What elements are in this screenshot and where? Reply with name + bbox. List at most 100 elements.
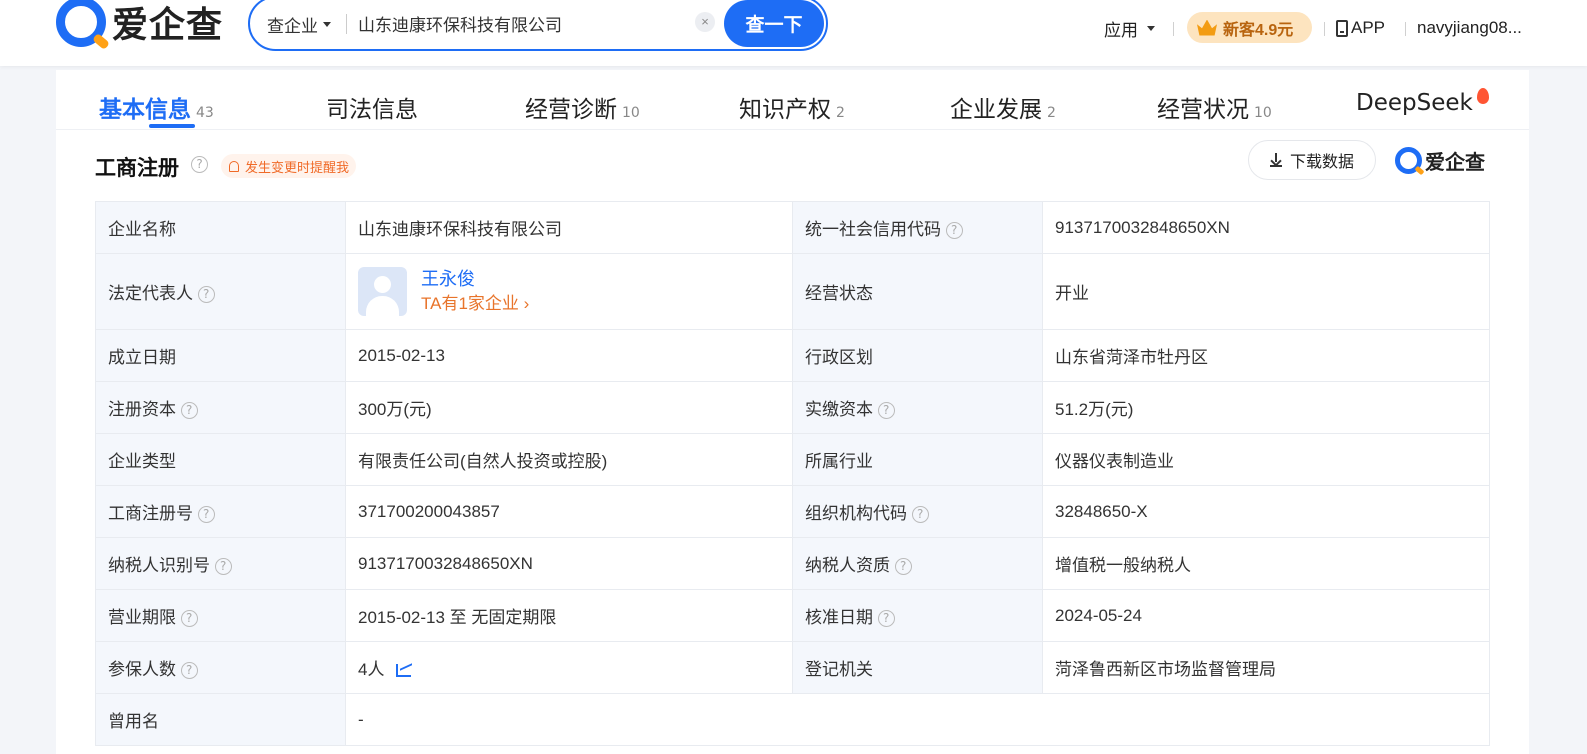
phone-icon [1336,19,1348,37]
help-icon[interactable]: ? [191,156,208,173]
tab-label: 企业发展 [950,97,1042,123]
tab-count: 10 [622,105,640,121]
table-row: 参保人数 ? 4人 登记机关 菏泽鲁西新区市场监督管理局 [95,641,1490,694]
tab-count: 2 [1047,105,1056,121]
caret-down-icon [323,22,331,27]
search-input[interactable] [358,8,678,38]
download-data-button[interactable]: 下载数据 [1248,140,1376,180]
change-remind-button[interactable]: 发生变更时提醒我 [221,154,357,178]
nav-separator [1324,22,1325,36]
help-icon[interactable]: ? [180,402,198,420]
site-logo[interactable]: 爱企查 [56,0,223,48]
paid-capital-value: 51.2万(元) [1042,381,1490,434]
company-name-value: 山东迪康环保科技有限公司 [345,201,793,254]
field-label: 营业期限 ? [95,589,346,642]
active-tab-indicator [149,124,195,128]
avatar[interactable] [358,267,407,316]
insured-value: 4人 [358,660,385,679]
field-label: 所属行业 [792,433,1043,486]
help-icon[interactable]: ? [945,222,963,240]
tab-operating-status[interactable]: 经营状况 10 [1157,90,1272,124]
help-icon[interactable]: ? [911,506,929,524]
table-row: 企业类型 有限责任公司(自然人投资或控股) 所属行业 仪器仪表制造业 [95,433,1490,486]
logo-q-icon [56,0,106,47]
field-label: 登记机关 [792,641,1043,694]
approval-date-value: 2024-05-24 [1042,589,1490,642]
org-code-value: 32848650-X [1042,485,1490,538]
tab-label: 知识产权 [739,97,831,123]
legal-rep-person: 王永俊 TA有1家企业 › [358,267,780,317]
help-icon[interactable]: ? [877,610,895,628]
field-label: 企业类型 [95,433,346,486]
tab-count: 10 [1254,105,1272,121]
tab-intellectual-property[interactable]: 知识产权 2 [739,90,845,124]
tab-basic-info[interactable]: 基本信息 43 [99,90,214,124]
remind-label: 发生变更时提醒我 [245,159,350,175]
logo-text: 爱企查 [112,5,224,46]
legal-rep-name-link[interactable]: 王永俊 [421,267,529,291]
tab-label: 经营状况 [1157,97,1249,123]
help-icon[interactable]: ? [197,506,215,524]
top-bar: 爱企查 查企业 × 查一下 应用 新客4.9元 APP navyjiang08.… [0,0,1587,66]
field-label: 企业名称 [95,201,346,254]
field-label: 工商注册号 ? [95,485,346,538]
tab-bar: 基本信息 43 司法信息 经营诊断 10 知识产权 2 企业发展 2 经营状况 10 De… [56,70,1529,130]
taxpayer-id-value: 9137170032848650XN [345,537,793,590]
table-row: 营业期限 ? 2015-02-13 至 无固定期限 核准日期 ? 2024-05… [95,589,1490,642]
tab-label: 司法信息 [326,97,418,123]
field-label-text: 实缴资本 [805,400,873,419]
promo-badge[interactable]: 新客4.9元 [1187,12,1312,43]
region-value: 山东省菏泽市牡丹区 [1042,329,1490,382]
app-download-link[interactable]: APP [1336,17,1385,39]
taxpayer-qual-value: 增值税一般纳税人 [1042,537,1490,590]
clear-icon[interactable]: × [695,12,715,32]
field-label-text: 核准日期 [805,608,873,627]
help-icon[interactable]: ? [197,286,215,304]
field-label: 法定代表人 ? [95,253,346,330]
tab-business-diagnosis[interactable]: 经营诊断 10 [525,90,640,124]
field-label-text: 法定代表人 [108,284,193,303]
tab-deepseek[interactable]: DeepSeek [1356,88,1489,116]
help-icon[interactable]: ? [214,558,232,576]
help-icon[interactable]: ? [180,610,198,628]
table-row: 企业名称 山东迪康环保科技有限公司 统一社会信用代码 ? 91371700328… [95,201,1490,254]
apps-menu[interactable]: 应用 [1104,17,1155,40]
search-button[interactable]: 查一下 [724,0,824,47]
tab-company-development[interactable]: 企业发展 2 [950,90,1056,124]
field-label-text: 营业期限 [108,608,176,627]
related-companies-link[interactable]: TA有1家企业 › [421,291,529,317]
authority-value: 菏泽鲁西新区市场监督管理局 [1042,641,1490,694]
tab-judicial-info[interactable]: 司法信息 [326,90,418,124]
help-icon[interactable]: ? [877,402,895,420]
user-menu[interactable]: navyjiang08... [1417,17,1522,39]
trend-chart-icon[interactable] [396,664,412,678]
help-icon[interactable]: ? [180,662,198,680]
founded-value: 2015-02-13 [345,329,793,382]
tab-count: 43 [196,105,214,121]
industry-value: 仪器仪表制造业 [1042,433,1490,486]
field-label: 注册资本 ? [95,381,346,434]
field-label: 行政区划 [792,329,1043,382]
table-row: 注册资本 ? 300万(元) 实缴资本 ? 51.2万(元) [95,381,1490,434]
search-box: 查企业 × 查一下 [248,0,828,51]
field-label-text: 统一社会信用代码 [805,220,941,239]
table-row: 纳税人识别号 ? 9137170032848650XN 纳税人资质 ? 增值税一… [95,537,1490,590]
field-label-text: 组织机构代码 [805,504,907,523]
search-type-select[interactable]: 查企业 [267,12,331,37]
download-icon [1269,153,1282,167]
tab-label: 基本信息 [99,97,191,123]
user-name: navyjiang08... [1417,18,1522,37]
insured-cell: 4人 [345,641,793,694]
tab-count: 2 [836,105,845,121]
search-divider [346,14,347,34]
status-value: 开业 [1042,253,1490,330]
table-row: 工商注册号 ? 371700200043857 组织机构代码 ? 3284865… [95,485,1490,538]
field-label: 核准日期 ? [792,589,1043,642]
business-registration-table: 企业名称 山东迪康环保科技有限公司 统一社会信用代码 ? 91371700328… [95,201,1490,746]
brand-watermark: 爱企查 [1395,146,1485,175]
help-icon[interactable]: ? [894,558,912,576]
brand-label: 爱企查 [1425,150,1485,174]
legal-rep-cell: 王永俊 TA有1家企业 › [345,253,793,330]
field-label: 曾用名 [95,693,346,746]
app-label: APP [1351,18,1386,37]
